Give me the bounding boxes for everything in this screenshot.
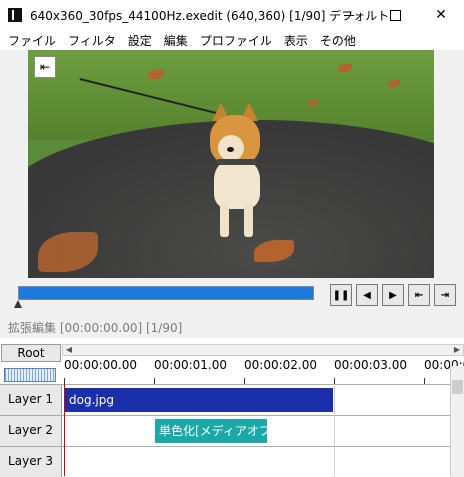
- dog-collar: [216, 159, 258, 165]
- timeline: Root ◀ ▶ 00:00:00.00 00:00:01.00 00:00:0…: [0, 338, 464, 477]
- grid-line: [334, 384, 335, 476]
- layer-row: Layer 2 単色化[メディアオブジェ: [0, 415, 450, 446]
- dog-leg: [244, 203, 253, 237]
- seek-bar[interactable]: [18, 286, 314, 300]
- clip-monochrome-filter[interactable]: 単色化[メディアオブジェ: [155, 419, 267, 443]
- menu-other[interactable]: その他: [314, 32, 362, 49]
- layer-track[interactable]: dog.jpg: [63, 385, 450, 415]
- layer-label[interactable]: Layer 3: [0, 447, 62, 477]
- zoom-slider[interactable]: [4, 368, 56, 382]
- go-start-button[interactable]: ⇤: [408, 284, 430, 306]
- vertical-scrollbar[interactable]: [450, 366, 464, 476]
- prev-frame-button[interactable]: ◀: [356, 284, 378, 306]
- horizontal-scrollbar[interactable]: ◀ ▶: [62, 344, 464, 356]
- close-button[interactable]: ✕: [418, 0, 464, 30]
- go-to-start-icon[interactable]: ⇤: [34, 56, 56, 78]
- layer-label[interactable]: Layer 2: [0, 416, 62, 446]
- layer-row: Layer 3: [0, 446, 450, 477]
- layer-label[interactable]: Layer 1: [0, 385, 62, 415]
- scroll-left-icon[interactable]: ◀: [63, 345, 75, 355]
- layer-row: Layer 1 dog.jpg: [0, 384, 450, 415]
- menu-bar: ファイル フィルタ 設定 編集 プロファイル 表示 その他: [0, 30, 464, 50]
- menu-edit[interactable]: 編集: [158, 32, 194, 49]
- dog-leg: [220, 203, 229, 237]
- dog-torso: [214, 159, 260, 209]
- minimize-button[interactable]: [326, 0, 372, 30]
- menu-file[interactable]: ファイル: [2, 32, 62, 49]
- ruler-label: 00:00:01.00: [154, 358, 227, 372]
- ruler-label: 00:00:02.00: [244, 358, 317, 372]
- root-button[interactable]: Root: [1, 344, 61, 362]
- app-icon: [8, 8, 22, 22]
- maximize-button[interactable]: [372, 0, 418, 30]
- layer-track[interactable]: 単色化[メディアオブジェ: [63, 416, 450, 446]
- scroll-right-icon[interactable]: ▶: [451, 345, 463, 355]
- layer-track[interactable]: [63, 447, 450, 477]
- extended-edit-title: 拡張編集 [00:00:00.00] [1/90]: [0, 318, 464, 338]
- preview-frame: ⇤: [0, 50, 464, 278]
- preview-image: [28, 50, 434, 278]
- ruler-label: 00:00:00.00: [64, 358, 137, 372]
- ruler-label: 00:00:03.00: [334, 358, 407, 372]
- title-bar: 640x360_30fps_44100Hz.exedit (640,360) […: [0, 0, 464, 30]
- playback-bar: ❚❚ ◀ ▶ ⇤ ⇥: [0, 278, 464, 312]
- clip-dog-jpg[interactable]: dog.jpg: [65, 388, 333, 412]
- dog: [200, 103, 272, 237]
- dog-nose: [227, 147, 234, 152]
- playhead-cursor[interactable]: [64, 384, 65, 476]
- play-pause-button[interactable]: ❚❚: [330, 284, 352, 306]
- menu-settings[interactable]: 設定: [122, 32, 158, 49]
- menu-filter[interactable]: フィルタ: [62, 32, 122, 49]
- next-frame-button[interactable]: ▶: [382, 284, 404, 306]
- menu-view[interactable]: 表示: [278, 32, 314, 49]
- menu-profile[interactable]: プロファイル: [194, 32, 278, 49]
- go-end-button[interactable]: ⇥: [434, 284, 456, 306]
- seek-thumb-icon[interactable]: [14, 300, 22, 308]
- vertical-scroll-thumb[interactable]: [452, 380, 463, 394]
